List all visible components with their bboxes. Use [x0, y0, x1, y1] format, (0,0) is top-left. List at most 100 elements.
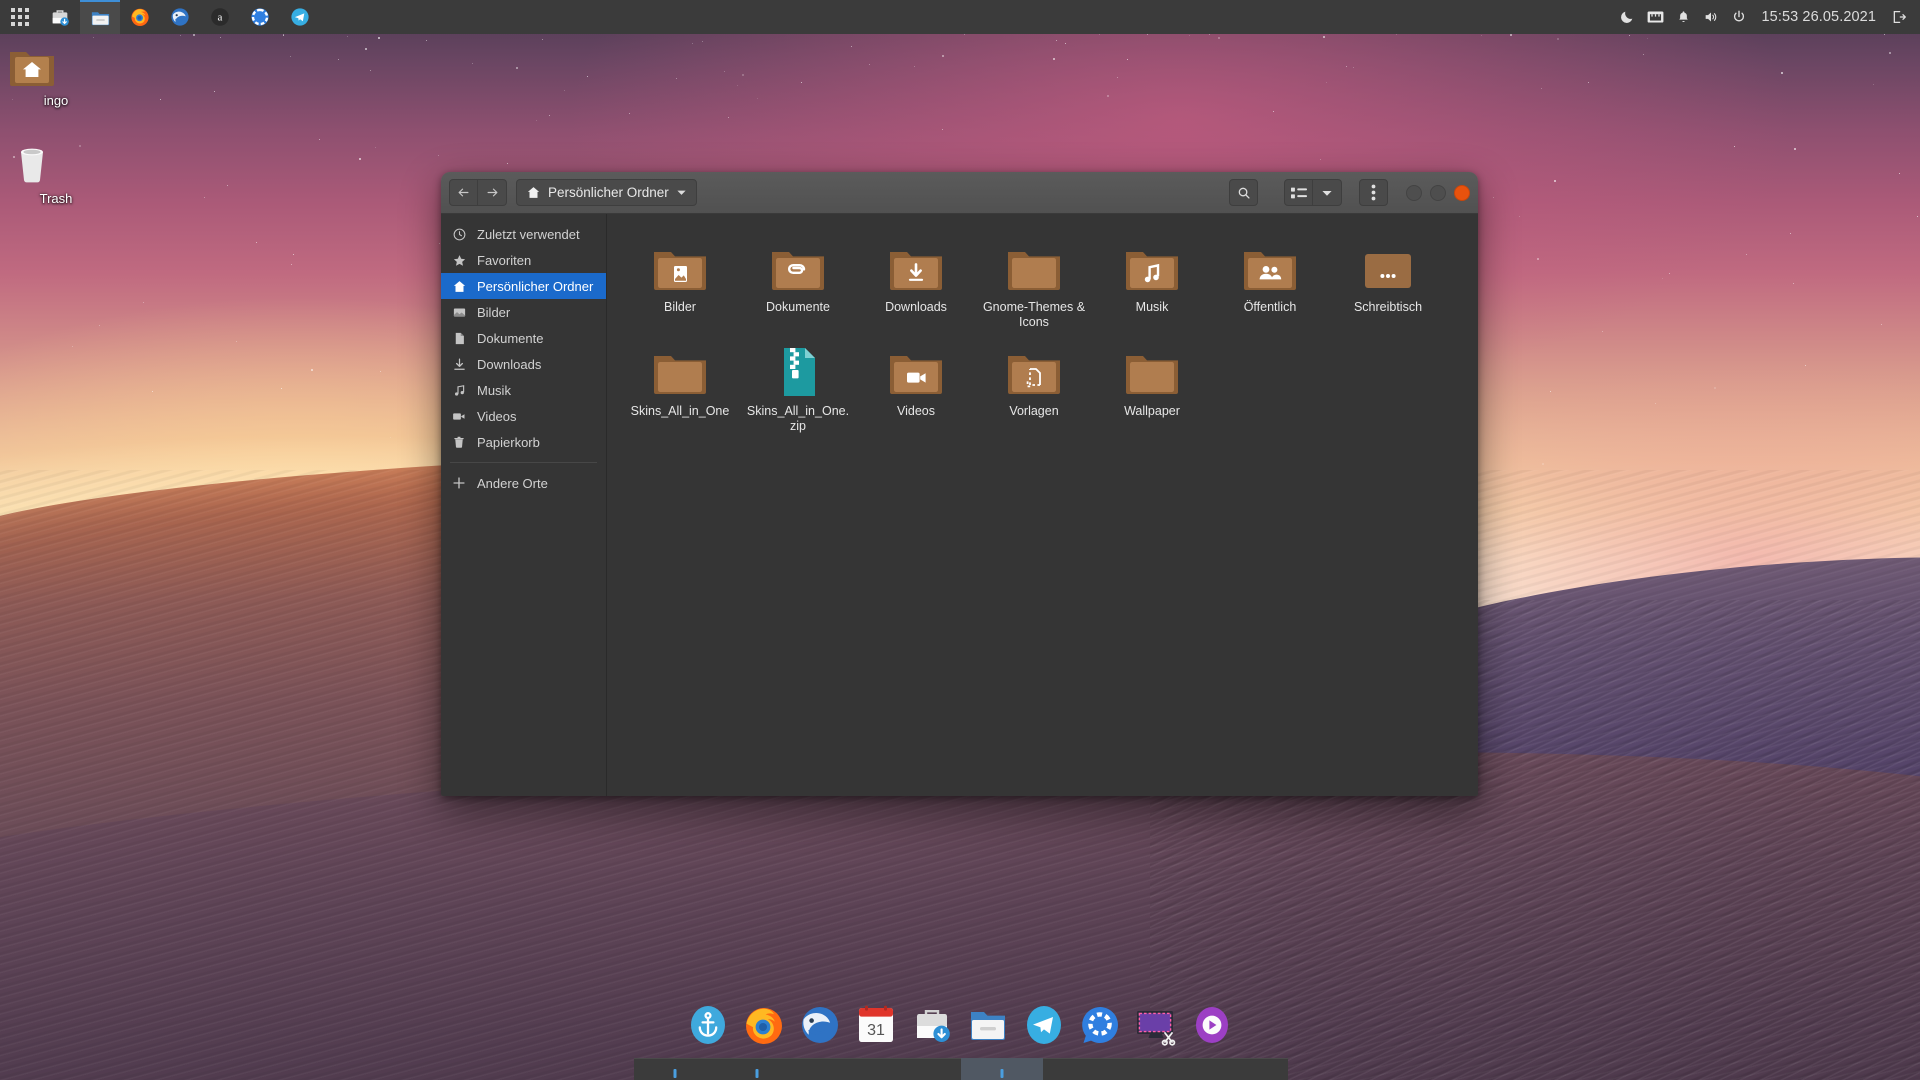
star	[541, 38, 543, 40]
star	[99, 324, 101, 326]
star	[1713, 387, 1716, 390]
file-item[interactable]: Musik	[1093, 234, 1211, 338]
maximize-button[interactable]	[1430, 184, 1446, 201]
night-light-icon[interactable]	[1618, 8, 1637, 27]
thunderbird-icon	[169, 6, 191, 28]
app-grid-button[interactable]	[0, 0, 40, 34]
minimize-button[interactable]	[1406, 184, 1422, 201]
launcher-discord[interactable]	[240, 0, 280, 34]
dock-item-media-player[interactable]	[1189, 1002, 1235, 1048]
taskbar-slot[interactable]	[1206, 1058, 1288, 1080]
sidebar-item-other-places[interactable]: Andere Orte	[441, 470, 606, 496]
search-button[interactable]	[1229, 179, 1258, 206]
volume-icon[interactable]	[1702, 8, 1721, 27]
star	[93, 37, 95, 39]
top-panel-launchers: a	[0, 0, 320, 34]
file-label: Schreibtisch	[1353, 300, 1423, 314]
star	[1873, 84, 1875, 86]
file-item[interactable]: Öffentlich	[1211, 234, 1329, 338]
power-icon[interactable]	[1730, 8, 1749, 27]
close-button[interactable]	[1454, 184, 1470, 201]
star	[850, 46, 852, 48]
sidebar-item-music[interactable]: Musik	[441, 377, 606, 403]
folder-icon-skins	[621, 342, 739, 398]
file-item[interactable]: Dokumente	[739, 234, 857, 338]
dock-item-plank-anchor[interactable]	[685, 1002, 731, 1048]
star	[1322, 35, 1325, 38]
folder-icon-gnome-themes	[975, 238, 1093, 294]
star	[1065, 42, 1067, 44]
star	[1493, 196, 1495, 198]
logout-icon[interactable]	[1889, 8, 1908, 27]
file-label: Vorlagen	[1009, 404, 1059, 418]
star	[159, 99, 161, 101]
star	[1055, 39, 1057, 41]
chevron-down-icon	[676, 187, 687, 198]
taskbar-slot[interactable]	[879, 1058, 961, 1080]
forward-button[interactable]	[478, 179, 507, 206]
file-label: Videos	[897, 404, 935, 418]
sidebar-item-downloads[interactable]: Downloads	[441, 351, 606, 377]
launcher-firefox[interactable]	[120, 0, 160, 34]
dock-item-discord[interactable]	[1077, 1002, 1123, 1048]
sidebar-item-trash[interactable]: Papierkorb	[441, 429, 606, 455]
view-dropdown-button[interactable]	[1313, 179, 1342, 206]
dock-item-thunderbird[interactable]	[797, 1002, 843, 1048]
dock-item-calendar[interactable]: 31	[853, 1002, 899, 1048]
taskbar-slot[interactable]	[1043, 1058, 1125, 1080]
taskbar-slot[interactable]	[716, 1058, 798, 1080]
file-item[interactable]: Videos	[857, 338, 975, 442]
dock-item-screenshot[interactable]	[1133, 1002, 1179, 1048]
file-item[interactable]: Downloads	[857, 234, 975, 338]
file-label: Bilder	[664, 300, 696, 314]
back-button[interactable]	[449, 179, 478, 206]
file-item[interactable]: Bilder	[621, 234, 739, 338]
sidebar-item-documents[interactable]: Dokumente	[441, 325, 606, 351]
ethernet-icon[interactable]	[1646, 8, 1665, 27]
launcher-files[interactable]	[80, 0, 120, 34]
desktop-icon-trash[interactable]: Trash	[8, 140, 104, 206]
launcher-software-store[interactable]	[40, 0, 80, 34]
launcher-thunderbird[interactable]	[160, 0, 200, 34]
taskbar-slot-active[interactable]	[961, 1058, 1043, 1080]
star	[1588, 82, 1589, 84]
star	[515, 67, 518, 70]
list-view-button[interactable]	[1284, 179, 1313, 206]
taskbar-indicator	[673, 1069, 677, 1078]
desktop-icon-home[interactable]: ingo	[8, 46, 104, 108]
file-item[interactable]: Skins_All_in_One	[621, 338, 739, 442]
sidebar-item-recent[interactable]: Zuletzt verwendet	[441, 221, 606, 247]
menu-button[interactable]	[1359, 179, 1388, 206]
file-grid-area[interactable]: Bilder Dokumente Downloads Gnome-Themes …	[607, 214, 1478, 796]
file-label: Musik	[1135, 300, 1169, 314]
sidebar-item-videos[interactable]: Videos	[441, 403, 606, 429]
file-item[interactable]: Schreibtisch	[1329, 234, 1447, 338]
sidebar-item-favorites[interactable]: Favoriten	[441, 247, 606, 273]
bell-icon[interactable]	[1674, 8, 1693, 27]
dock-item-telegram[interactable]	[1021, 1002, 1067, 1048]
file-item[interactable]: Gnome-Themes & Icons	[975, 234, 1093, 338]
launcher-telegram[interactable]	[280, 0, 320, 34]
star	[1804, 364, 1806, 366]
dock-item-firefox[interactable]	[741, 1002, 787, 1048]
star	[438, 154, 440, 156]
dock-item-files[interactable]	[965, 1002, 1011, 1048]
file-item[interactable]: Vorlagen	[975, 338, 1093, 442]
launcher-amazon[interactable]: a	[200, 0, 240, 34]
dock-item-software-store[interactable]	[909, 1002, 955, 1048]
window-controls	[1406, 184, 1470, 201]
star	[1208, 34, 1210, 36]
sidebar-item-pictures[interactable]: Bilder	[441, 299, 606, 325]
taskbar-slot[interactable]	[634, 1058, 716, 1080]
taskbar-slot[interactable]	[798, 1058, 880, 1080]
file-item[interactable]: Wallpaper	[1093, 338, 1211, 442]
briefcase-download-icon	[49, 6, 71, 28]
path-bar-button[interactable]: Persönlicher Ordner	[516, 179, 697, 206]
file-item[interactable]: Skins_All_in_One.zip	[739, 338, 857, 442]
taskbar-slot[interactable]	[1125, 1058, 1207, 1080]
clock[interactable]: 15:53 26.05.2021	[1758, 9, 1881, 25]
star	[1537, 257, 1540, 260]
file-manager-window: Persönlicher Ordner Zuletzt verwendet Fa…	[441, 172, 1478, 796]
folder-icon-bilder	[621, 238, 739, 294]
sidebar-item-home[interactable]: Persönlicher Ordner	[441, 273, 606, 299]
